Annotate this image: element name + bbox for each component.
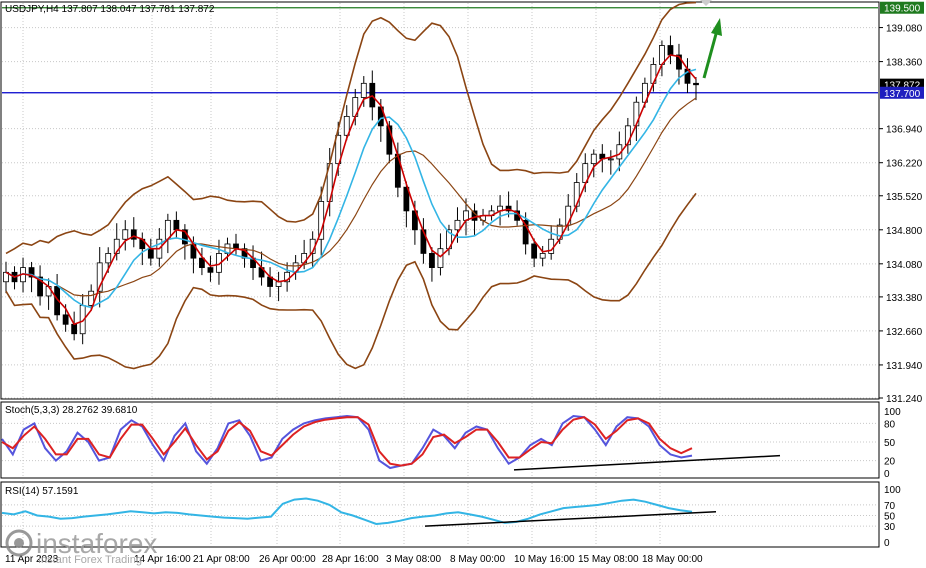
candle-body <box>147 248 154 259</box>
candle-body <box>173 219 180 231</box>
x-tick-label: 10 May 16:00 <box>514 554 575 565</box>
main-panel-header: USDJPY,H4 137.807 138.047 137.781 137.87… <box>5 4 215 15</box>
x-tick-label: 15 May 08:00 <box>578 554 639 565</box>
y-tick-label: 139.080 <box>886 24 923 35</box>
price-label-text: 137.700 <box>884 89 921 100</box>
y-tick-label: 138.360 <box>886 58 923 69</box>
candle-body <box>62 314 69 325</box>
y-tick-label: 135.520 <box>886 192 923 203</box>
rsi-y-tick-label: 30 <box>884 522 896 533</box>
x-tick-label: 3 May 08:00 <box>386 554 441 565</box>
candle-body <box>122 229 129 240</box>
x-tick-label: 18 May 00:00 <box>642 554 703 565</box>
y-tick-label: 131.940 <box>886 361 923 372</box>
x-tick-label: 8 May 00:00 <box>450 554 505 565</box>
x-tick-label: 26 Apr 00:00 <box>259 554 316 565</box>
y-tick-label: 133.380 <box>886 293 923 304</box>
logo-dot-icon <box>14 538 24 548</box>
rsi-y-tick-label: 0 <box>884 538 890 549</box>
candle-body <box>71 323 78 335</box>
chart-root: USDJPY,H4 137.807 138.047 137.781 137.87… <box>0 0 926 568</box>
candle-body <box>429 253 435 268</box>
candle-body <box>454 219 461 231</box>
candle-body <box>437 248 444 268</box>
y-tick-label: 131.240 <box>886 394 923 405</box>
rsi-panel-header: RSI(14) 57.1591 <box>5 486 79 497</box>
rsi-y-tick-label: 100 <box>884 485 901 496</box>
y-tick-label: 134.080 <box>886 260 923 271</box>
chart-background <box>0 0 926 568</box>
candle-body <box>607 158 614 161</box>
price-label-text: 139.500 <box>884 4 921 15</box>
y-tick-label: 132.660 <box>886 327 923 338</box>
stoch-y-tick-label: 50 <box>884 438 896 449</box>
logo-tagline: Instant Forex Trading <box>38 554 142 566</box>
rsi-y-tick-label: 70 <box>884 501 896 512</box>
x-tick-label: 28 Apr 16:00 <box>322 554 379 565</box>
stoch-y-tick-label: 20 <box>884 457 896 468</box>
y-tick-label: 136.220 <box>886 159 923 170</box>
x-tick-label: 21 Apr 08:00 <box>193 554 250 565</box>
stoch-panel-header: Stoch(5,3,3) 28.2762 39.6810 <box>5 405 138 416</box>
candle-body <box>667 45 674 56</box>
candle-body <box>539 253 546 259</box>
y-tick-label: 136.940 <box>886 125 923 136</box>
stoch-y-tick-label: 0 <box>884 469 890 480</box>
candle-body <box>105 253 112 264</box>
candle-body <box>207 267 214 273</box>
chart-canvas: USDJPY,H4 137.807 138.047 137.781 137.87… <box>0 0 926 568</box>
candle-body <box>693 82 699 86</box>
candle-body <box>590 153 597 165</box>
stoch-y-tick-label: 80 <box>884 419 896 430</box>
y-tick-label: 134.800 <box>886 226 923 237</box>
rsi-y-tick-label: 50 <box>884 512 896 523</box>
stoch-y-tick-label: 100 <box>884 407 901 418</box>
candle-body <box>531 243 538 259</box>
candle-body <box>360 82 367 98</box>
